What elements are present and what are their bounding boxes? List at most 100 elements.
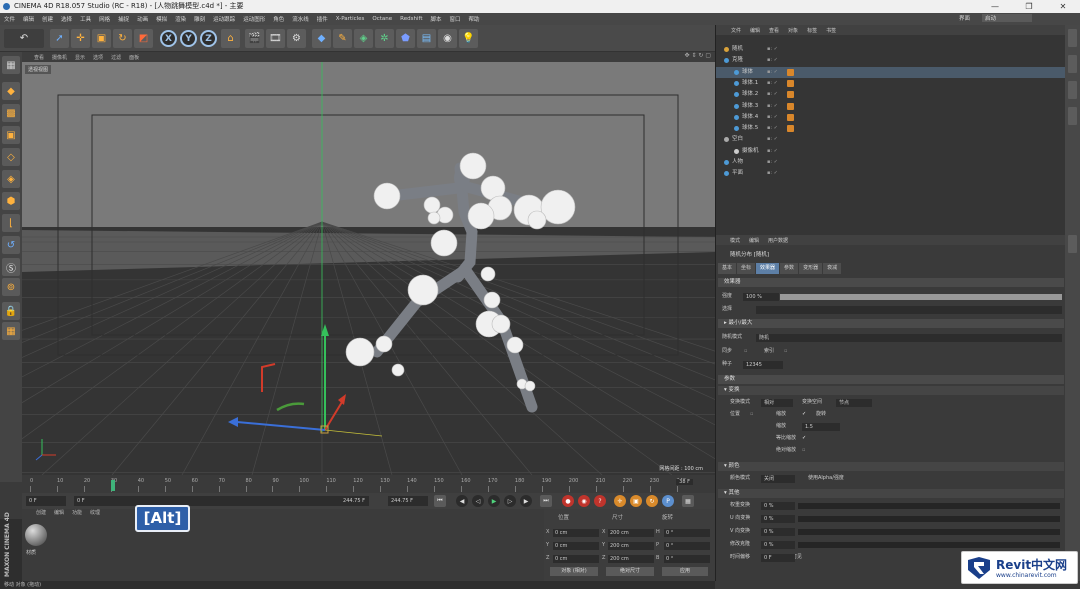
menu-item[interactable]: 流水线 xyxy=(292,15,309,23)
size-field[interactable]: 200 cm xyxy=(608,529,654,537)
points-mode-icon[interactable]: ◇ xyxy=(2,148,20,166)
menu-item[interactable]: 脚本 xyxy=(431,15,442,23)
clone-sphere[interactable] xyxy=(345,337,375,367)
scale-key-button[interactable]: ▣ xyxy=(630,495,642,507)
camera-button[interactable]: ◉ xyxy=(438,29,457,48)
clone-sphere[interactable] xyxy=(423,196,441,214)
visibility-toggle-icon[interactable]: ▪: ✓ xyxy=(767,157,778,168)
material-tag-icon[interactable] xyxy=(787,125,794,133)
visibility-toggle-icon[interactable]: ▪: ✓ xyxy=(767,89,778,100)
scale-value-field[interactable]: 1.5 xyxy=(802,423,840,431)
object-row[interactable]: 球体 ▪: ✓ xyxy=(716,66,1066,78)
autokey-button[interactable]: ◉ xyxy=(578,495,590,507)
object-menu-item[interactable]: 文件 xyxy=(731,27,741,34)
material-tag-icon[interactable] xyxy=(787,113,794,121)
apply-button[interactable]: 应用 xyxy=(662,567,708,576)
end-frame-field[interactable]: 244.75 F xyxy=(388,496,428,506)
perspective-viewport[interactable]: 透视视图 网格间距 : 100 cm xyxy=(22,62,715,475)
transform-space-select[interactable]: 节点 xyxy=(836,399,872,407)
rotation-key-button[interactable]: ↻ xyxy=(646,495,658,507)
other-param-field[interactable]: 0 % xyxy=(761,502,795,510)
visibility-toggle-icon[interactable]: ▪: ✓ xyxy=(767,101,778,112)
menu-item[interactable]: 渲染 xyxy=(175,15,186,23)
viewport-menu-item[interactable]: 查看 xyxy=(34,54,44,61)
timeline-menu-button[interactable]: ▦ xyxy=(682,495,694,507)
structure-side-tab[interactable] xyxy=(1068,81,1077,99)
z-axis-lock-button[interactable]: Z xyxy=(200,30,217,47)
other-subsection[interactable]: ▾ 其他 xyxy=(718,489,1064,498)
locked-workplane-icon[interactable]: 🔒 xyxy=(2,302,20,320)
undo-button[interactable]: ↶ xyxy=(4,29,44,48)
object-row[interactable]: 空白 ▪: ✓ xyxy=(716,134,1066,145)
preview-range-slider[interactable]: 0 F 244.75 F xyxy=(74,496,369,506)
scale-checkbox[interactable]: ✓ xyxy=(802,410,806,419)
other-param-slider[interactable] xyxy=(798,503,1060,509)
clone-sphere[interactable] xyxy=(459,152,487,180)
deformer-button[interactable]: ⬟ xyxy=(396,29,415,48)
strength-field[interactable]: 100 % xyxy=(743,293,779,301)
object-row[interactable]: 随机 ▪: ✓ xyxy=(716,44,1066,55)
visibility-toggle-icon[interactable]: ▪: ✓ xyxy=(767,146,778,157)
other-param-field[interactable]: 0 F xyxy=(761,554,795,562)
material-tag-icon[interactable] xyxy=(787,68,794,76)
attribute-tab[interactable]: 衰减 xyxy=(823,263,842,274)
menu-item[interactable]: 工具 xyxy=(80,15,91,23)
go-to-end-button[interactable]: ⏭ xyxy=(540,495,552,507)
menu-item[interactable]: 选择 xyxy=(61,15,72,23)
viewport-menu-item[interactable]: 摄像机 xyxy=(52,54,67,61)
render-settings-button[interactable]: ⚙ xyxy=(287,29,306,48)
soft-selection-icon[interactable]: ⊚ xyxy=(2,278,20,296)
timeline-ruler[interactable]: 0102030405060708090100110120130140150160… xyxy=(22,475,715,493)
viewport-menu-item[interactable]: 过滤 xyxy=(111,54,121,61)
menu-item[interactable]: 插件 xyxy=(317,15,328,23)
menu-item[interactable]: 运动图形 xyxy=(243,15,265,23)
other-param-field[interactable]: 0 % xyxy=(761,528,795,536)
texture-mode-icon[interactable]: ▩ xyxy=(2,104,20,122)
render-picture-viewer-button[interactable]: 🎞 xyxy=(266,29,285,48)
position-key-button[interactable]: ✛ xyxy=(614,495,626,507)
material-tag-icon[interactable] xyxy=(787,79,794,87)
next-frame-button[interactable]: ▷ xyxy=(504,495,516,507)
position-checkbox[interactable]: ▫ xyxy=(750,410,753,419)
other-param-field[interactable]: 0 % xyxy=(761,541,795,549)
clone-sphere[interactable] xyxy=(427,211,441,225)
index-checkbox[interactable]: ▫ xyxy=(784,347,787,356)
polygons-mode-icon[interactable]: ⬢ xyxy=(2,192,20,210)
next-key-button[interactable]: ▶ xyxy=(520,495,532,507)
menu-item[interactable]: 模拟 xyxy=(156,15,167,23)
start-frame-field[interactable]: 0 F xyxy=(26,496,66,506)
clone-sphere[interactable] xyxy=(491,314,511,334)
render-view-button[interactable]: 🎬 xyxy=(245,29,264,48)
menu-item[interactable]: 角色 xyxy=(273,15,284,23)
attribute-menu-item[interactable]: 编辑 xyxy=(749,237,759,244)
visibility-toggle-icon[interactable]: ▪: ✓ xyxy=(767,168,778,179)
clone-sphere[interactable] xyxy=(527,210,547,230)
seed-field[interactable]: 12345 xyxy=(743,361,783,369)
y-axis-lock-button[interactable]: Y xyxy=(180,30,197,47)
content-browser-side-tab[interactable] xyxy=(1068,55,1077,73)
move-tool-button[interactable]: ✛ xyxy=(71,29,90,48)
rotation-field[interactable]: 0 ° xyxy=(664,555,710,563)
attribute-menu-item[interactable]: 模式 xyxy=(730,237,740,244)
object-menu-item[interactable]: 标签 xyxy=(807,27,817,34)
random-mode-select[interactable]: 随机 xyxy=(756,334,1062,342)
menu-item[interactable]: 编辑 xyxy=(23,15,34,23)
go-to-start-button[interactable]: ⏮ xyxy=(434,495,446,507)
visibility-toggle-icon[interactable]: ▪: ✓ xyxy=(767,44,778,55)
playhead[interactable] xyxy=(110,480,115,491)
attribute-tab[interactable]: 效果器 xyxy=(756,263,780,274)
attributes-side-tab[interactable] xyxy=(1068,235,1077,253)
uniform-scale-checkbox[interactable]: ✓ xyxy=(802,434,806,443)
object-row[interactable]: 摄像机 ▪: ✓ xyxy=(716,146,1066,157)
size-field[interactable]: 200 cm xyxy=(608,555,654,563)
visibility-toggle-icon[interactable]: ▪: ✓ xyxy=(767,112,778,123)
menu-item[interactable]: Redshift xyxy=(400,16,422,22)
coord-mode-select[interactable]: 对象 (相对) xyxy=(550,567,598,576)
rotation-field[interactable]: 0 ° xyxy=(664,529,710,537)
pen-spline-button[interactable]: ✎ xyxy=(333,29,352,48)
object-row[interactable]: 球体.4 ▪: ✓ xyxy=(716,112,1066,123)
scale-tool-button[interactable]: ▣ xyxy=(92,29,111,48)
object-menu-item[interactable]: 对象 xyxy=(788,27,798,34)
transform-subsection[interactable]: ▾ 变换 xyxy=(718,386,1064,395)
clone-sphere[interactable] xyxy=(430,229,458,257)
